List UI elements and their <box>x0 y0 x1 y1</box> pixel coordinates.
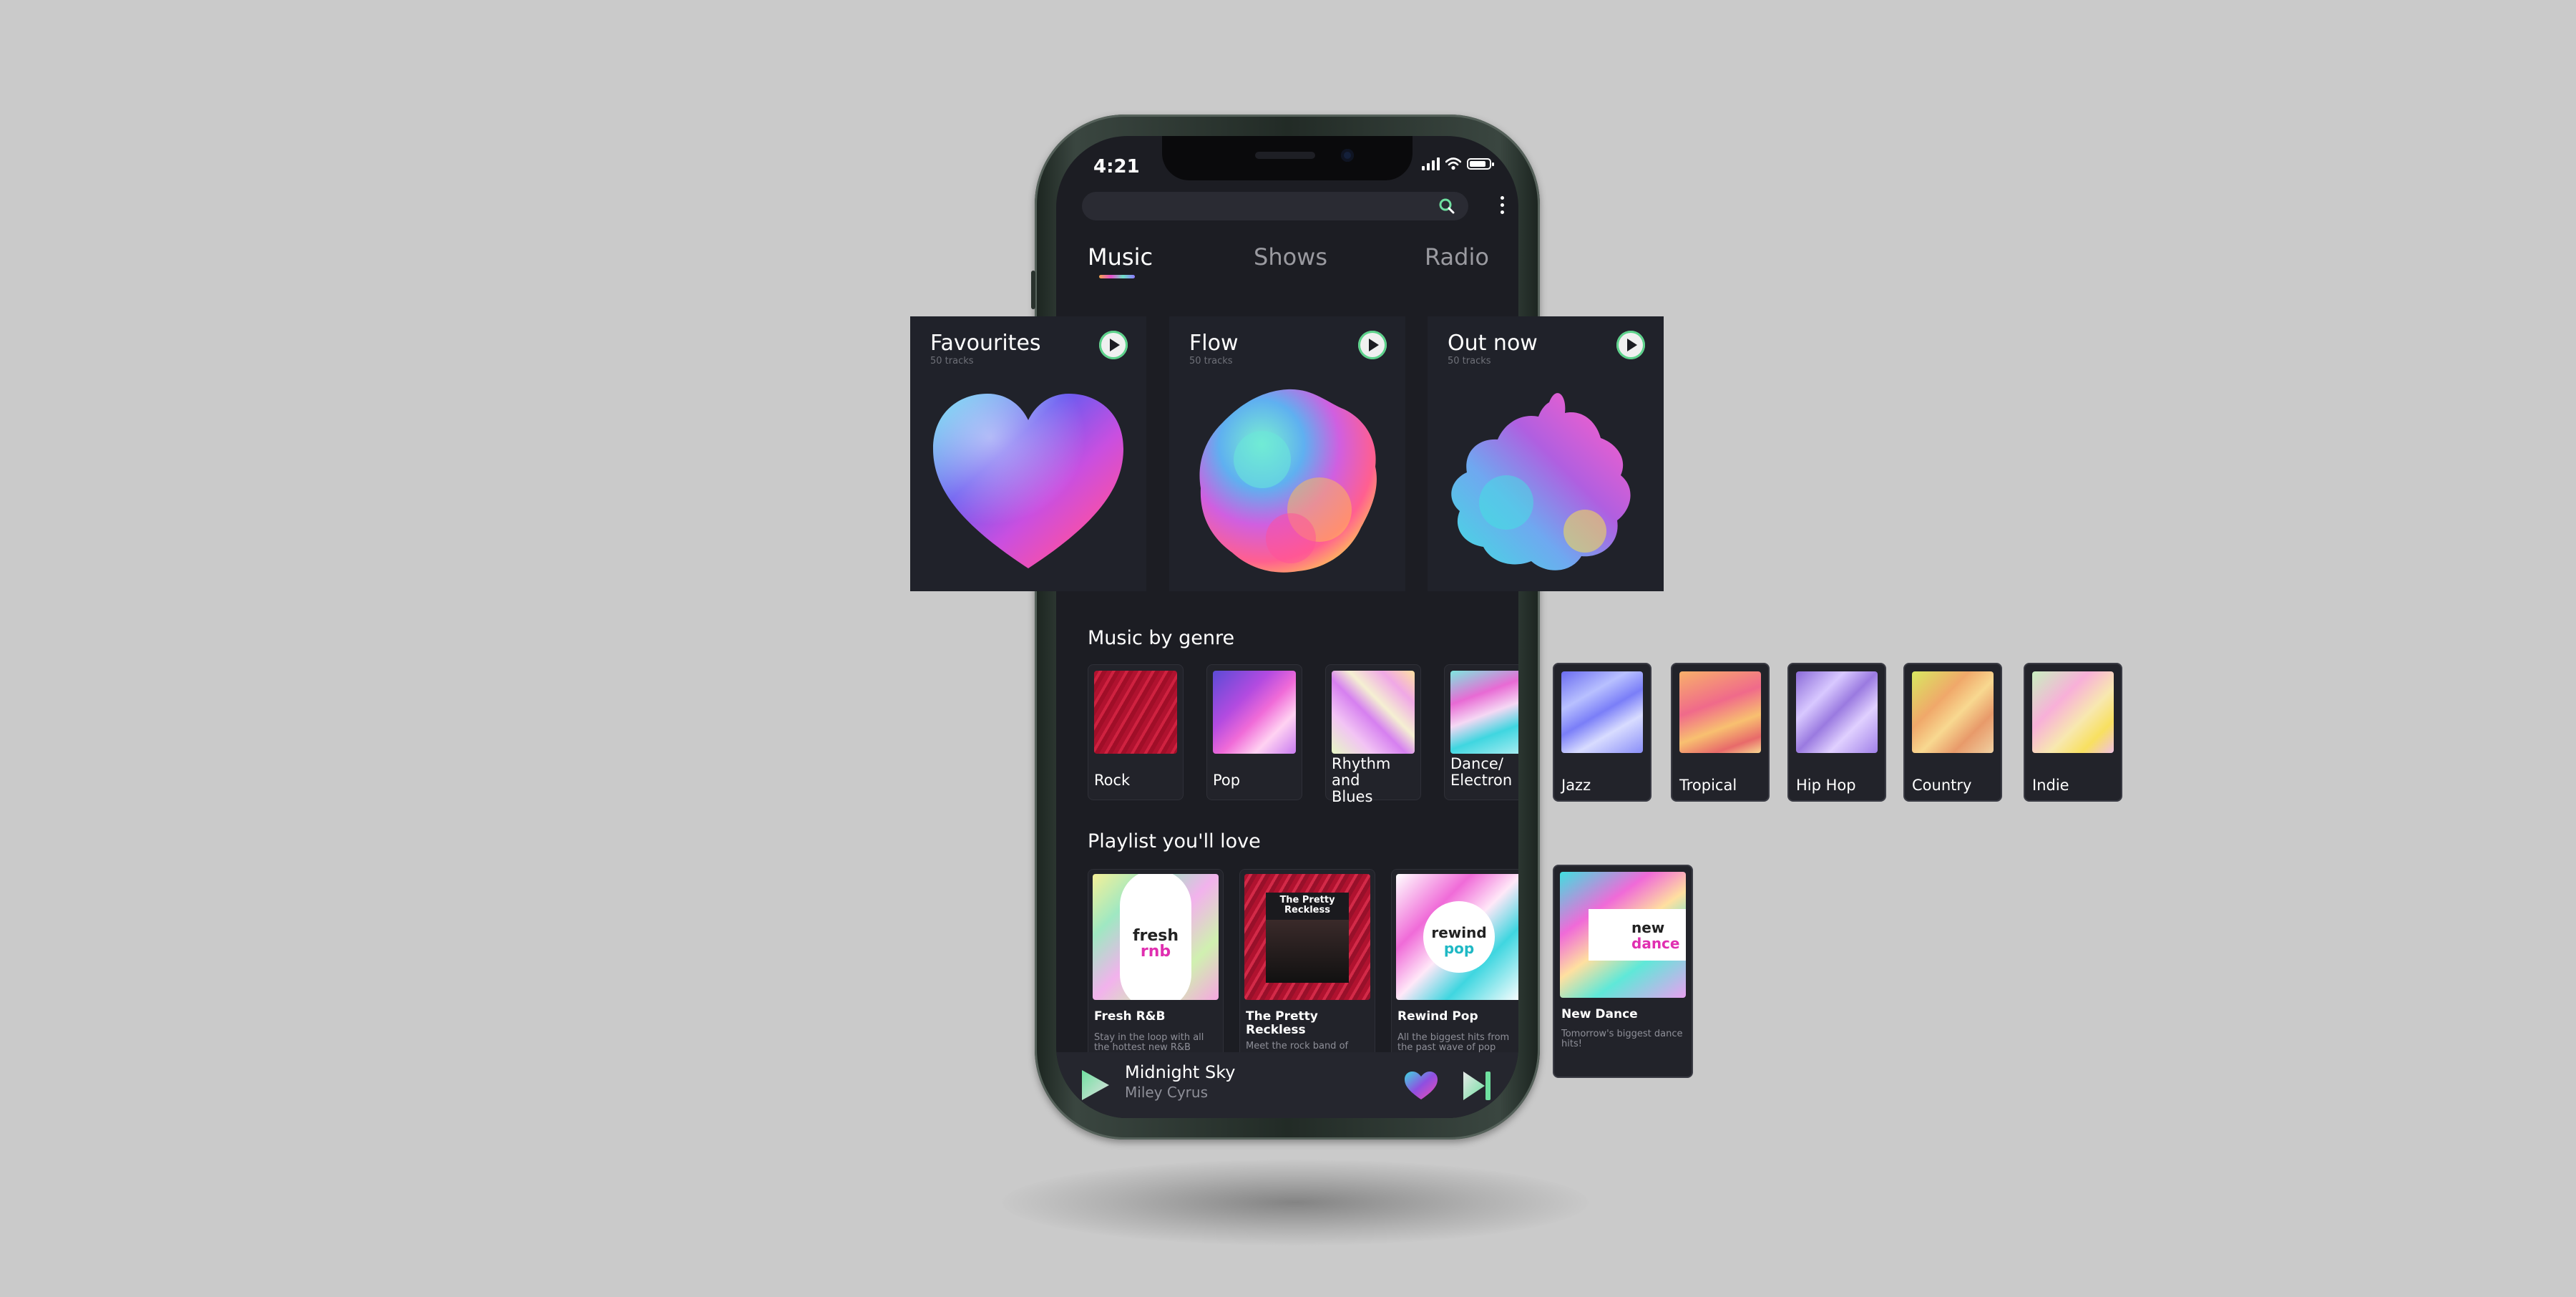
art-text-bottom: dance <box>1631 935 1680 952</box>
genre-card-rnb[interactable]: Rhythm and Blues <box>1325 664 1421 805</box>
wifi-icon <box>1445 157 1461 170</box>
mini-player[interactable]: Midnight Sky Miley Cyrus <box>1056 1052 1518 1118</box>
band-photo-fill <box>1266 920 1349 983</box>
genre-label: Hip Hop <box>1796 777 1856 794</box>
playlist-description: All the biggest hits from the past wave … <box>1397 1032 1510 1053</box>
heart-art <box>933 394 1123 568</box>
genre-label: Pop <box>1213 772 1241 789</box>
search-bar[interactable] <box>1082 192 1468 220</box>
genre-label: Rhythm and Blues <box>1332 755 1391 805</box>
play-icon[interactable] <box>1616 331 1645 359</box>
genre-card-country[interactable]: Country <box>1903 663 2002 802</box>
art-text-top: new <box>1631 919 1665 936</box>
now-playing-title: Midnight Sky <box>1125 1062 1236 1082</box>
genre-card-tropical[interactable]: Tropical <box>1671 663 1770 802</box>
mix-card-favourites[interactable]: Favourites 50 tracks <box>910 316 1146 591</box>
genre-art-indie <box>2032 671 2114 753</box>
art-text-bottom: Reckless <box>1284 905 1330 915</box>
camera <box>1341 149 1354 162</box>
search-icon[interactable] <box>1438 198 1455 215</box>
genre-label: Rock <box>1094 772 1131 789</box>
blob-art <box>1451 393 1631 570</box>
phone-shadow <box>1002 1160 1589 1245</box>
mix-subtitle: 50 tracks <box>1189 356 1233 366</box>
genre-card-indie[interactable]: Indie <box>2024 663 2122 802</box>
sphere-art <box>1199 389 1377 573</box>
mix-title: Favourites <box>930 331 1041 356</box>
play-icon[interactable] <box>1099 331 1128 359</box>
tab-music[interactable]: Music <box>1088 243 1153 271</box>
skip-next-icon[interactable] <box>1461 1069 1493 1102</box>
notch <box>1162 136 1413 180</box>
phone-mute-switch <box>1031 271 1035 309</box>
art-text-bottom: rnb <box>1140 943 1171 961</box>
genre-card-rock[interactable]: Rock <box>1088 664 1184 800</box>
genre-card-hip-hop[interactable]: Hip Hop <box>1787 663 1886 802</box>
genre-card-dance[interactable]: Dance/ Electron <box>1444 664 1518 800</box>
play-icon[interactable] <box>1079 1068 1112 1102</box>
speaker <box>1255 152 1315 159</box>
play-icon[interactable] <box>1358 331 1387 359</box>
art-text-top: The Pretty <box>1279 895 1335 905</box>
phone-screen: 4:21 Music Shows Radio Music by genre Ro… <box>1056 136 1518 1118</box>
playlist-title: Rewind Pop <box>1397 1009 1478 1024</box>
playlist-description: Meet the rock band of <box>1246 1041 1349 1051</box>
playlist-card-new-dance[interactable]: new dance New Dance Tomorrow's biggest d… <box>1553 865 1693 1078</box>
more-icon[interactable] <box>1501 196 1504 214</box>
tab-radio[interactable]: Radio <box>1425 243 1489 271</box>
mix-card-flow[interactable]: Flow 50 tracks <box>1169 316 1405 591</box>
playlist-art: The Pretty Reckless <box>1244 874 1370 1000</box>
status-time: 4:21 <box>1093 156 1140 178</box>
art-text-top: rewind <box>1431 924 1487 941</box>
playlist-art: rewind pop <box>1396 874 1518 1000</box>
playlist-art: new dance <box>1560 872 1686 998</box>
genre-art-rnb <box>1332 671 1415 754</box>
status-icons <box>1422 157 1494 170</box>
genre-section-title: Music by genre <box>1088 627 1235 649</box>
genre-art-dance <box>1450 671 1518 754</box>
heart-icon[interactable] <box>1404 1071 1438 1101</box>
tab-shows[interactable]: Shows <box>1254 243 1327 271</box>
genre-art-hip-hop <box>1796 671 1878 753</box>
genre-label: Country <box>1912 777 1972 794</box>
playlist-description: Tomorrow's biggest dance hits! <box>1561 1029 1683 1049</box>
genre-label: Jazz <box>1561 777 1591 794</box>
genre-label: Indie <box>2032 777 2069 794</box>
now-playing-artist: Miley Cyrus <box>1125 1084 1208 1101</box>
mix-title: Flow <box>1189 331 1239 356</box>
genre-label: Tropical <box>1679 777 1737 794</box>
genre-art-country <box>1912 671 1994 753</box>
playlist-title: The Pretty Reckless <box>1246 1009 1318 1037</box>
genre-art-tropical <box>1679 671 1761 753</box>
genre-card-pop[interactable]: Pop <box>1206 664 1302 800</box>
genre-art-pop <box>1213 671 1296 754</box>
genre-card-jazz[interactable]: Jazz <box>1553 663 1652 802</box>
battery-icon <box>1467 158 1494 170</box>
active-tab-indicator <box>1099 275 1135 278</box>
playlist-section-title: Playlist you'll love <box>1088 830 1261 852</box>
mix-subtitle: 50 tracks <box>930 356 974 366</box>
genre-art-jazz <box>1561 671 1643 753</box>
playlist-description: Stay in the loop with all the hottest ne… <box>1094 1032 1204 1053</box>
art-text-bottom: pop <box>1443 940 1475 957</box>
playlist-art: fresh rnb <box>1093 874 1219 1000</box>
signal-icon <box>1422 157 1440 170</box>
mix-subtitle: 50 tracks <box>1448 356 1491 366</box>
mix-card-out-now[interactable]: Out now 50 tracks <box>1428 316 1664 591</box>
playlist-title: Fresh R&B <box>1094 1009 1166 1024</box>
mix-title: Out now <box>1448 331 1538 356</box>
genre-label: Dance/ Electron <box>1450 755 1513 789</box>
genre-art-rock <box>1094 671 1177 754</box>
playlist-title: New Dance <box>1561 1007 1638 1021</box>
